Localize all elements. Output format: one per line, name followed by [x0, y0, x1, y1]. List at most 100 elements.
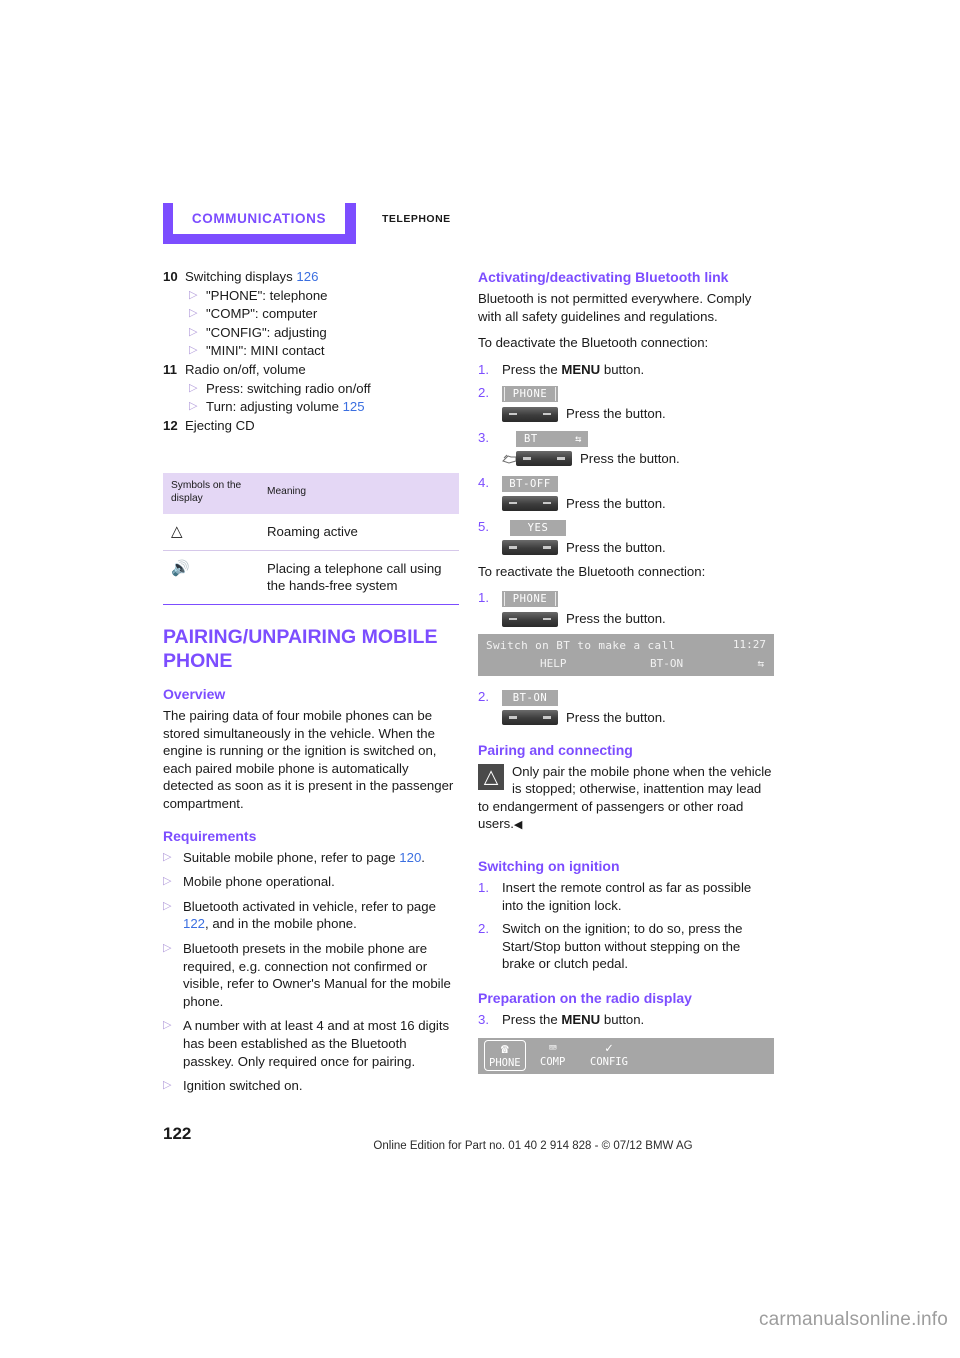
requirement-item: ▷ A number with at least 4 and at most 1… — [163, 1017, 459, 1070]
return-arrow-icon: ⇆ — [575, 432, 582, 445]
deactivate-step-2: 2. PHONE Press the button. — [478, 384, 774, 423]
chapter-header-inner: COMMUNICATIONS — [173, 203, 345, 234]
deactivate-step-3: 3. BT ⇆ Press the button. — [478, 429, 774, 468]
legend-subitem: ▷ "COMP": computer — [163, 305, 459, 323]
return-arrow-icon[interactable]: ⇆ — [757, 657, 764, 670]
radio-display-screen: Switch on BT to make a call 11:27 HELP B… — [478, 633, 774, 676]
right-column: Activating/deactivating Bluetooth link B… — [478, 268, 774, 1075]
legend-text: Switching displays 126 — [185, 269, 319, 284]
radio-softkey-button-icon[interactable] — [502, 710, 558, 726]
checkmark-icon: ✓ — [605, 1041, 613, 1057]
requirement-text-tail: , and in the mobile phone. — [205, 916, 357, 932]
table-header-row: Symbols on the display Meaning — [163, 473, 459, 514]
radio-softkey-bt-on[interactable]: BT-ON — [650, 657, 683, 670]
triangle-bullet-icon: ▷ — [189, 325, 198, 338]
menu-item-comp[interactable]: ⌨ COMP — [540, 1041, 565, 1068]
triangle-bullet-icon: ▷ — [163, 1079, 172, 1092]
press-button-label: Press the button. — [566, 709, 666, 725]
left-column: 10 Switching displays 126 ▷ "PHONE": tel… — [163, 268, 459, 435]
page-reference[interactable]: 120 — [399, 850, 421, 865]
step-number: 4. — [478, 474, 489, 490]
legend-subitem: ▷ "MINI": MINI contact — [163, 342, 459, 360]
legend-number: 11 — [163, 361, 177, 377]
legend-text: Ejecting CD — [185, 417, 255, 433]
deactivate-step-1: 1. Press the MENU button. — [478, 361, 774, 379]
hardware-button-row: Press the button. — [502, 450, 774, 468]
step-number: 2. — [478, 688, 489, 704]
table-cell-meaning: Roaming active — [267, 524, 358, 539]
ignition-heading: Switching on ignition — [478, 857, 620, 874]
requirement-text: A number with at least 4 and at most 16 … — [183, 1018, 450, 1069]
requirement-item: ▷ Bluetooth activated in vehicle, refer … — [163, 898, 459, 933]
overview-text: The pairing data of four mobile phones c… — [163, 708, 454, 811]
preparation-step-3: 3. Press the MENU button. — [478, 1011, 774, 1029]
warning-triangle-icon: △ — [478, 763, 504, 790]
lcd-softkey-label-bt: BT ⇆ — [516, 430, 588, 447]
press-button-label: Press the button. — [566, 540, 666, 556]
step-text: Insert the remote control as far as poss… — [502, 879, 752, 913]
legend-text: Radio on/off, volume — [185, 361, 306, 377]
requirement-text-tail: . — [421, 849, 425, 865]
left-column-lower: PAIRING/UNPAIRING MOBILE PHONE Overview … — [163, 625, 459, 1102]
menu-button-word: MENU — [561, 1011, 601, 1027]
triangle-bullet-icon: ▷ — [189, 288, 198, 301]
hardware-button-row: Press the button. — [502, 495, 774, 513]
radio-softkey-help[interactable]: HELP — [540, 657, 567, 670]
table-header-symbols: Symbols on the display — [171, 480, 242, 504]
legend-subitem: ▷ Turn: adjusting volume 125 — [163, 398, 459, 416]
radio-softkey-button-icon[interactable] — [502, 406, 558, 422]
requirement-item: ▷ Bluetooth presets in the mobile phone … — [163, 940, 459, 1010]
triangle-bullet-icon: ▷ — [189, 307, 198, 320]
computer-screen-icon: ⌨ — [548, 1041, 557, 1057]
legend-item-10: 10 Switching displays 126 — [163, 268, 459, 286]
radio-softkey-button-icon[interactable] — [502, 540, 558, 556]
hardware-button-row: Press the button. — [502, 709, 774, 727]
ignition-step-2: 2. Switch on the ignition; to do so, pre… — [478, 920, 774, 973]
menu-item-phone[interactable]: ☎ PHONE — [484, 1040, 526, 1072]
triangle-bullet-icon: ▷ — [189, 400, 198, 413]
triangle-bullet-icon: ▷ — [163, 850, 172, 863]
lcd-softkey-label-yes: YES — [510, 520, 566, 537]
table-cell-meaning: Placing a telephone call using the hands… — [267, 560, 442, 594]
symbols-table: Symbols on the display Meaning △ Roaming… — [163, 473, 459, 605]
overview-heading: Overview — [163, 686, 226, 702]
page-reference[interactable]: 122 — [183, 916, 205, 931]
triangle-bullet-icon: ▷ — [163, 941, 172, 954]
legend-subitem: ▷ "CONFIG": adjusting — [163, 324, 459, 342]
phone-handset-icon: ☎ — [500, 1042, 509, 1058]
step-number: 2. — [478, 921, 489, 937]
menu-button-word: MENU — [561, 361, 601, 377]
menu-item-config[interactable]: ✓ CONFIG — [590, 1041, 628, 1068]
radio-softkey-button-icon[interactable] — [516, 451, 572, 467]
page-reference[interactable]: 125 — [343, 399, 365, 414]
press-button-label: Press the button. — [566, 611, 666, 627]
legend-item-12: 12 Ejecting CD — [163, 417, 459, 435]
hardware-button-row: Press the button. — [502, 610, 774, 628]
radio-softkey-button-icon[interactable] — [502, 611, 558, 627]
hardware-button-row: Press the button. — [502, 539, 774, 557]
menu-item-label: PHONE — [489, 1057, 521, 1070]
step-number: 1. — [478, 590, 489, 606]
requirement-item: ▷ Ignition switched on. — [163, 1077, 459, 1095]
requirement-item: ▷ Mobile phone operational. — [163, 873, 459, 891]
menu-item-label: CONFIG — [590, 1056, 628, 1069]
chapter-name: COMMUNICATIONS — [191, 211, 327, 226]
radio-softkey-button-icon[interactable] — [502, 495, 558, 511]
requirement-text: Mobile phone operational. — [183, 874, 335, 890]
preparation-heading: Preparation on the radio display — [478, 989, 692, 1006]
triangle-bullet-icon: ▷ — [163, 899, 172, 912]
legend-subitem-label: "CONFIG": adjusting — [206, 324, 327, 340]
manual-page: COMMUNICATIONS TELEPHONE 10 Switching di… — [0, 0, 960, 1358]
triangle-bullet-icon: ▷ — [189, 381, 198, 394]
lcd-softkey-label-bt-on: BT-ON — [502, 689, 558, 706]
requirements-heading: Requirements — [163, 827, 257, 844]
legend-subitem-label: "MINI": MINI contact — [206, 343, 325, 359]
page-reference[interactable]: 126 — [296, 269, 318, 284]
step-number: 1. — [478, 361, 489, 377]
step-number: 1. — [478, 879, 489, 895]
step-number: 3. — [478, 1011, 489, 1027]
step-number: 2. — [478, 385, 489, 401]
hardware-button-row: Press the button. — [502, 405, 774, 423]
pairing-heading: Pairing and connecting — [478, 741, 633, 758]
requirement-text: Suitable mobile phone, refer to page — [183, 849, 400, 865]
